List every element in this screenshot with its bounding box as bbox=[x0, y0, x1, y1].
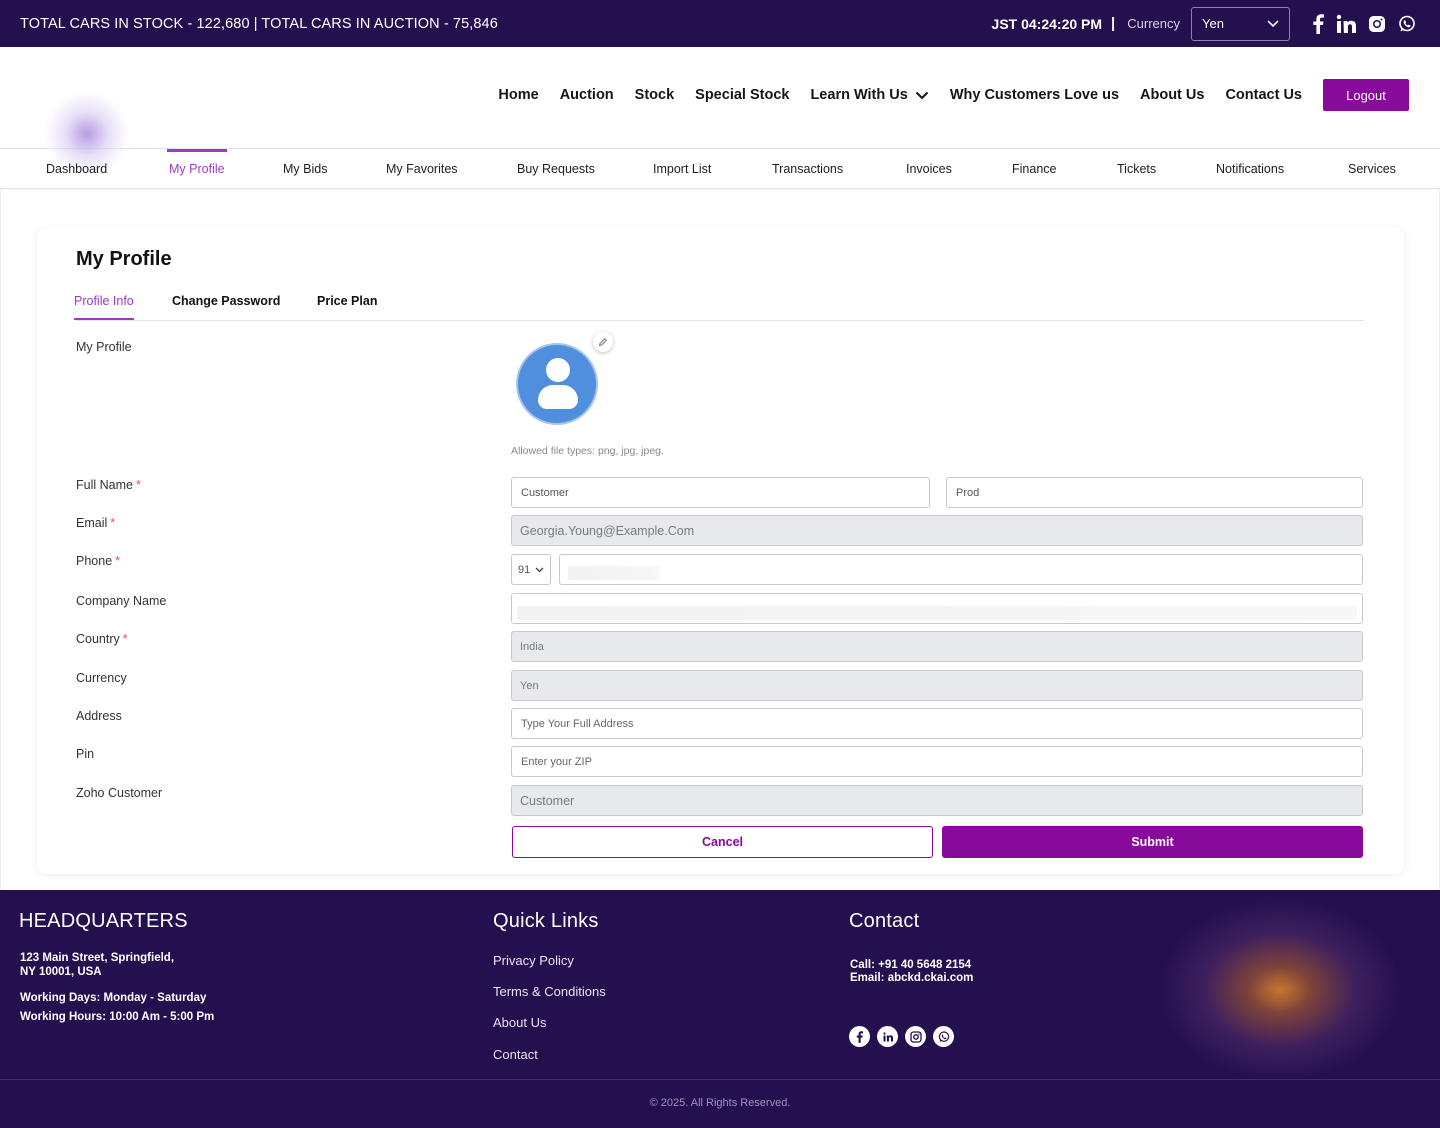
footer-link-privacy[interactable]: Privacy Policy bbox=[493, 953, 574, 968]
site-footer: HEADQUARTERS 123 Main Street, Springfiel… bbox=[0, 890, 1440, 1128]
redacted-company bbox=[517, 605, 1357, 620]
zip-input[interactable]: Enter your ZIP bbox=[511, 746, 1363, 777]
profile-tabs: Profile Info Change Password Price Plan bbox=[74, 294, 1364, 321]
working-hours: Working Hours: 10:00 Am - 5:00 Pm bbox=[20, 1011, 215, 1023]
contact-title: Contact bbox=[849, 910, 920, 932]
nav-special-stock[interactable]: Special Stock bbox=[695, 87, 789, 103]
contact-email: Email: abckd.ckai.com bbox=[850, 972, 974, 984]
subnav-my-bids[interactable]: My Bids bbox=[283, 149, 327, 189]
currency-field: Yen bbox=[511, 670, 1363, 701]
phone-code-select[interactable]: 91 bbox=[511, 554, 551, 585]
contact-phone: Call: +91 40 5648 2154 bbox=[850, 959, 972, 971]
tab-profile-info[interactable]: Profile Info bbox=[74, 294, 134, 320]
submit-button[interactable]: Submit bbox=[942, 826, 1363, 858]
zoho-customer-field: Customer bbox=[511, 785, 1363, 816]
main-nav: Home Auction Stock Special Stock Learn W… bbox=[498, 79, 1409, 111]
avatar-label: My Profile bbox=[76, 340, 132, 354]
phone-label: Phone * bbox=[76, 554, 121, 568]
top-bar: TOTAL CARS IN STOCK - 122,680 | TOTAL CA… bbox=[0, 0, 1440, 47]
footer-link-about[interactable]: About Us bbox=[493, 1015, 546, 1030]
email-label: Email * bbox=[76, 516, 116, 530]
avatar bbox=[516, 343, 598, 425]
nav-auction[interactable]: Auction bbox=[560, 87, 614, 103]
subnav-notifications[interactable]: Notifications bbox=[1216, 149, 1284, 189]
pin-label: Pin bbox=[76, 747, 95, 761]
currency-select[interactable]: Yen bbox=[1191, 6, 1290, 41]
chevron-down-icon bbox=[535, 567, 544, 572]
tab-change-password[interactable]: Change Password bbox=[172, 294, 280, 308]
allowed-file-types: Allowed file types: png, jpg, jpeg. bbox=[511, 445, 664, 457]
last-name-input[interactable]: Prod bbox=[946, 477, 1363, 508]
facebook-icon[interactable] bbox=[849, 1026, 870, 1047]
avatar-upload[interactable] bbox=[516, 343, 600, 427]
currency-field-label: Currency bbox=[76, 671, 127, 685]
subnav-dashboard[interactable]: Dashboard bbox=[46, 149, 107, 189]
working-days: Working Days: Monday - Saturday bbox=[20, 992, 207, 1004]
separator: | bbox=[1111, 15, 1116, 32]
hq-title: HEADQUARTERS bbox=[19, 910, 188, 932]
linkedin-icon[interactable] bbox=[877, 1026, 898, 1047]
footer-link-terms[interactable]: Terms & Conditions bbox=[493, 984, 606, 999]
tab-price-plan[interactable]: Price Plan bbox=[317, 294, 377, 308]
account-subnav: Dashboard My Profile My Bids My Favorite… bbox=[0, 149, 1440, 189]
currency-selected-value: Yen bbox=[1202, 16, 1224, 31]
jst-clock: JST 04:24:20 PM bbox=[991, 15, 1103, 32]
chevron-down-icon bbox=[915, 91, 929, 99]
subnav-invoices[interactable]: Invoices bbox=[906, 149, 952, 189]
footer-divider bbox=[0, 1079, 1440, 1080]
subnav-my-favorites[interactable]: My Favorites bbox=[386, 149, 458, 189]
subnav-buy-requests[interactable]: Buy Requests bbox=[517, 149, 595, 189]
hq-address: 123 Main Street, Springfield, NY 10001, … bbox=[20, 952, 175, 978]
country-field: India bbox=[511, 631, 1363, 662]
nav-home[interactable]: Home bbox=[498, 87, 538, 103]
subnav-import-list[interactable]: Import List bbox=[653, 149, 711, 189]
nav-learn-with-us[interactable]: Learn With Us bbox=[810, 87, 929, 103]
phone-code-value: 91 bbox=[518, 563, 531, 576]
nav-learn-with-us-label: Learn With Us bbox=[810, 87, 908, 103]
profile-card: My Profile Profile Info Change Password … bbox=[37, 228, 1404, 874]
first-name-input[interactable]: Customer bbox=[511, 477, 930, 508]
instagram-icon[interactable] bbox=[1368, 15, 1386, 33]
pencil-icon[interactable] bbox=[593, 332, 613, 352]
nav-contact-us[interactable]: Contact Us bbox=[1225, 87, 1302, 103]
full-name-label: Full Name * bbox=[76, 478, 141, 492]
linkedin-icon[interactable] bbox=[1336, 14, 1356, 34]
email-field: Georgia.Young@Example.Com bbox=[511, 515, 1363, 546]
subnav-my-profile[interactable]: My Profile bbox=[167, 149, 227, 189]
instagram-icon[interactable] bbox=[905, 1026, 926, 1047]
footer-social bbox=[849, 1026, 954, 1047]
decorative-glow bbox=[1160, 900, 1400, 1080]
redacted-phone bbox=[568, 565, 660, 580]
subnav-transactions[interactable]: Transactions bbox=[772, 149, 843, 189]
cancel-button[interactable]: Cancel bbox=[512, 826, 933, 858]
zoho-customer-label: Zoho Customer bbox=[76, 786, 163, 800]
whatsapp-icon[interactable] bbox=[933, 1026, 954, 1047]
subnav-finance[interactable]: Finance bbox=[1012, 149, 1056, 189]
page-title: My Profile bbox=[76, 248, 172, 270]
nav-why-customers[interactable]: Why Customers Love us bbox=[950, 87, 1119, 103]
address-label: Address bbox=[76, 709, 122, 723]
company-name-label: Company Name bbox=[76, 594, 167, 608]
quick-links-title: Quick Links bbox=[493, 910, 599, 932]
nav-stock[interactable]: Stock bbox=[635, 87, 675, 103]
stock-summary: TOTAL CARS IN STOCK - 122,680 | TOTAL CA… bbox=[20, 15, 498, 32]
subnav-tickets[interactable]: Tickets bbox=[1117, 149, 1156, 189]
whatsapp-icon[interactable] bbox=[1398, 15, 1416, 33]
nav-about-us[interactable]: About Us bbox=[1140, 87, 1204, 103]
currency-label: Currency bbox=[1127, 16, 1180, 31]
phone-input[interactable] bbox=[559, 554, 1363, 585]
chevron-down-icon bbox=[1267, 19, 1279, 27]
country-label: Country * bbox=[76, 632, 128, 646]
subnav-services[interactable]: Services bbox=[1348, 149, 1396, 189]
logout-button[interactable]: Logout bbox=[1323, 79, 1409, 111]
company-name-input[interactable] bbox=[511, 593, 1363, 624]
copyright: © 2025. All Rights Reserved. bbox=[649, 1097, 791, 1109]
facebook-icon[interactable] bbox=[1312, 13, 1324, 34]
address-input[interactable]: Type Your Full Address bbox=[511, 708, 1363, 739]
footer-link-contact[interactable]: Contact bbox=[493, 1047, 538, 1062]
